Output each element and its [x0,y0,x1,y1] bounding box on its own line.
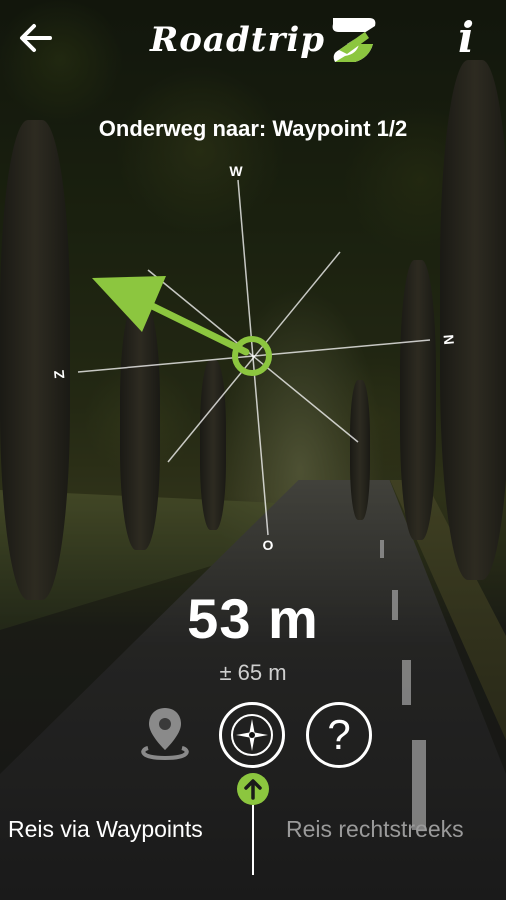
compass-icon [231,714,273,756]
map-mode-button[interactable] [132,702,198,768]
mode-selector-line [252,805,254,875]
back-button[interactable] [14,16,58,60]
info-button[interactable]: i [448,10,484,66]
question-mark-icon: ? [327,711,351,758]
mode-selector-indicator [237,773,269,805]
distance-value: 53 m [187,587,319,650]
tab-via-waypoints[interactable]: Reis via Waypoints [8,816,203,843]
compass-mode-button[interactable] [219,702,285,768]
map-pin-icon [141,708,189,761]
roadtrip-logo-mark-icon [332,18,376,62]
app-header: Roadtrip i [0,0,506,80]
arrow-left-icon [20,24,52,52]
help-button[interactable]: ? [306,702,372,768]
accuracy-value: ± 65 m [219,660,287,685]
tab-direct[interactable]: Reis rechtstreeks [286,816,464,843]
logo-text: Roadtrip [150,20,326,60]
destination-title: Onderweg naar: Waypoint 1/2 [98,116,408,141]
arrow-up-icon [244,779,262,800]
roadtrip-logo: Roadtrip [150,12,379,68]
